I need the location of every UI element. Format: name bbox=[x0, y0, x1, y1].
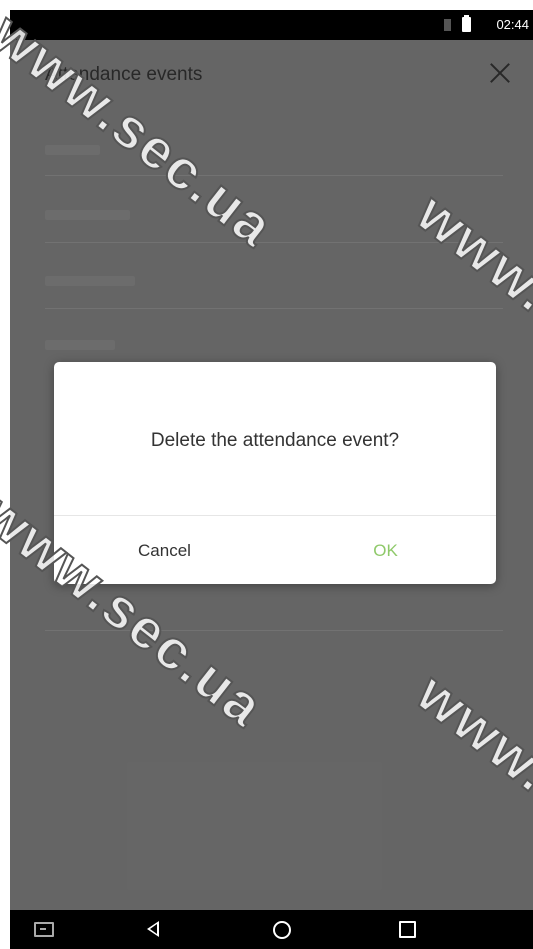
cancel-button[interactable]: Cancel bbox=[54, 517, 275, 584]
ok-button[interactable]: OK bbox=[275, 517, 496, 584]
dialog-message: Delete the attendance event? bbox=[150, 430, 400, 451]
home-button[interactable] bbox=[253, 910, 313, 949]
status-time: 02:44 bbox=[496, 17, 529, 32]
recents-icon bbox=[399, 921, 416, 938]
system-nav-bar bbox=[10, 910, 533, 949]
keyboard-button[interactable] bbox=[10, 910, 70, 949]
device-screen: 02:44 Attendance events Delete the atten… bbox=[10, 10, 533, 949]
dialog-divider bbox=[54, 515, 496, 516]
status-bar: 02:44 bbox=[10, 10, 533, 40]
keyboard-icon bbox=[34, 922, 54, 937]
home-icon bbox=[273, 921, 291, 939]
battery-icon bbox=[462, 15, 471, 32]
back-icon bbox=[147, 921, 159, 937]
sim-icon bbox=[444, 19, 451, 31]
recents-button[interactable] bbox=[379, 910, 439, 949]
delete-confirm-dialog: Delete the attendance event? Cancel OK bbox=[54, 362, 496, 584]
back-button[interactable] bbox=[125, 910, 185, 949]
